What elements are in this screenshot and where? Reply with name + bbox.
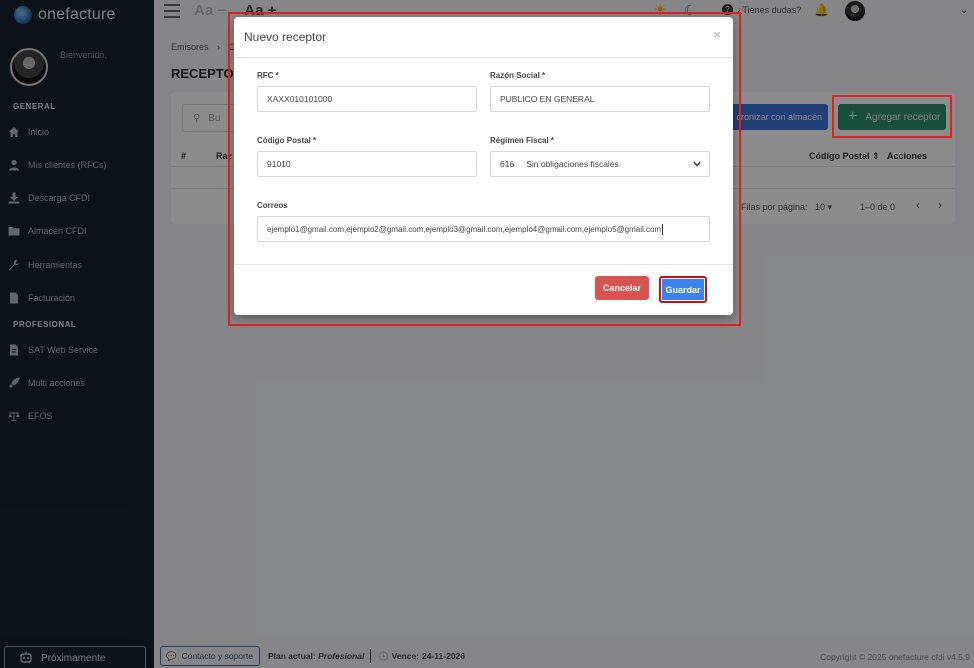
regimen-fiscal-selected: 616 Sin obligaciones fiscales bbox=[500, 159, 619, 169]
regimen-fiscal-label: Régimen Fiscal * bbox=[490, 136, 555, 145]
modal-divider bbox=[234, 264, 733, 265]
save-button[interactable]: Guardar bbox=[659, 276, 707, 303]
regimen-fiscal-select[interactable]: 616 Sin obligaciones fiscales bbox=[490, 151, 710, 177]
regimen-code: 616 bbox=[500, 159, 515, 169]
correos-label: Correos bbox=[257, 201, 288, 210]
razon-social-label: Razón Social * bbox=[490, 71, 546, 80]
close-icon[interactable]: × bbox=[713, 27, 721, 42]
chevron-down-icon bbox=[693, 159, 701, 169]
highlight-add-receptor bbox=[832, 95, 952, 138]
rfc-value: XAXX010101000 bbox=[267, 94, 333, 104]
correos-value: ejemplo1@gmail.com,ejemplo2@gmail.com,ej… bbox=[267, 224, 662, 234]
rfc-field[interactable]: XAXX010101000 bbox=[257, 86, 477, 112]
text-cursor bbox=[662, 223, 664, 235]
cancel-button[interactable]: Cancelar bbox=[595, 276, 649, 300]
codigo-postal-label: Código Postal * bbox=[257, 136, 317, 145]
modal-title: Nuevo receptor bbox=[244, 30, 327, 44]
correos-field[interactable]: ejemplo1@gmail.com,ejemplo2@gmail.com,ej… bbox=[257, 216, 710, 242]
rfc-label: RFC * bbox=[257, 71, 279, 80]
razon-social-value: PUBLICO EN GENERAL bbox=[500, 94, 595, 104]
modal-divider bbox=[234, 57, 733, 58]
regimen-value: Sin obligaciones fiscales bbox=[526, 159, 619, 169]
codigo-postal-field[interactable]: 91010 bbox=[257, 151, 477, 177]
razon-social-field[interactable]: PUBLICO EN GENERAL bbox=[490, 86, 710, 112]
codigo-postal-value: 91010 bbox=[267, 159, 291, 169]
nuevo-receptor-modal: Nuevo receptor × RFC * XAXX010101000 Raz… bbox=[234, 17, 733, 315]
